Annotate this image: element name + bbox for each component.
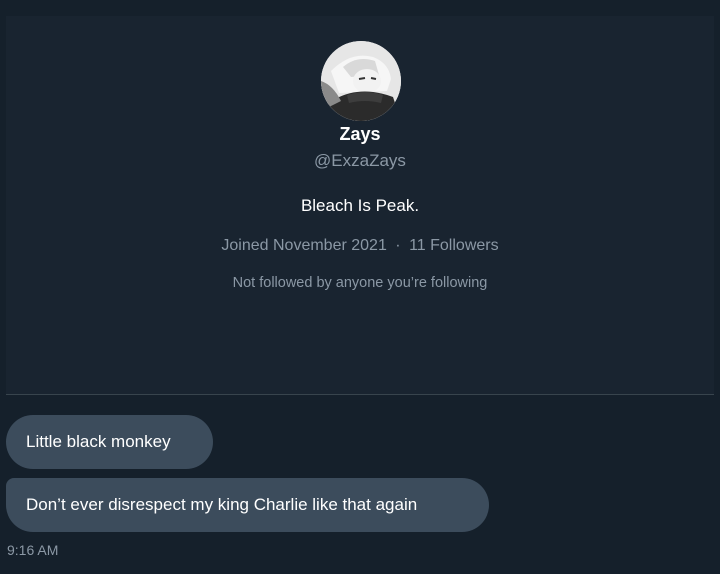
dm-conversation-view: Zays @ExzaZays Bleach Is Peak. Joined No… [0,0,720,574]
followers-count[interactable]: 11 Followers [409,237,499,254]
profile-meta: Joined November 2021 · 11 Followers [0,235,720,257]
joined-date: Joined November 2021 [221,237,387,254]
meta-separator: · [395,237,401,254]
message-bubble[interactable]: Little black monkey [6,415,213,469]
profile-bio: Bleach Is Peak. [300,196,420,215]
divider [6,394,714,395]
message-timestamp: 9:16 AM [7,542,59,558]
profile-handle[interactable]: @ExzaZays [0,150,720,172]
message-bubble[interactable]: Don’t ever disrespect my king Charlie li… [6,478,489,532]
profile-name[interactable]: Zays [0,123,720,145]
followed-by-note: Not followed by anyone you’re following [232,275,488,291]
avatar[interactable] [321,41,401,121]
avatar-image [321,41,401,121]
